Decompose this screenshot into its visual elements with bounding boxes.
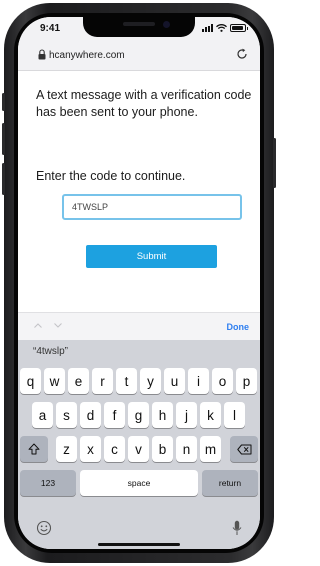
key-y[interactable]: y: [140, 368, 161, 394]
suggestion-item[interactable]: “4twslp”: [33, 346, 68, 357]
done-button[interactable]: Done: [227, 322, 250, 332]
shift-key[interactable]: [20, 436, 48, 462]
space-key[interactable]: space: [80, 470, 198, 496]
battery-icon: [230, 24, 248, 32]
key-i[interactable]: i: [188, 368, 209, 394]
power-button: [273, 138, 276, 188]
code-prompt: Enter the code to continue.: [36, 169, 186, 183]
key-w[interactable]: w: [44, 368, 65, 394]
key-k[interactable]: k: [200, 402, 221, 428]
volume-down-button: [2, 163, 5, 195]
key-b[interactable]: b: [152, 436, 173, 462]
key-l[interactable]: l: [224, 402, 245, 428]
keyboard-bottom-bar: [18, 518, 260, 549]
suggestion-bar: “4twslp”: [18, 340, 260, 364]
notch: [83, 17, 195, 37]
key-row-3: z x c v b n m: [18, 436, 260, 462]
wifi-icon: [216, 24, 227, 32]
key-v[interactable]: v: [128, 436, 149, 462]
key-h[interactable]: h: [152, 402, 173, 428]
phone-frame: 9:41 hcanywhere.com A text message with …: [2, 3, 276, 563]
page-content: A text message with a verification code …: [18, 72, 260, 312]
key-s[interactable]: s: [56, 402, 77, 428]
screen: 9:41 hcanywhere.com A text message with …: [18, 17, 260, 549]
key-e[interactable]: e: [68, 368, 89, 394]
key-a[interactable]: a: [32, 402, 53, 428]
chevron-up-icon[interactable]: [34, 323, 42, 328]
submit-button[interactable]: Submit: [86, 245, 217, 268]
key-j[interactable]: j: [176, 402, 197, 428]
backspace-icon: [236, 444, 251, 454]
reload-icon[interactable]: [236, 48, 248, 60]
key-row-1: q w e r t y u i o p: [18, 368, 260, 394]
chevron-down-icon[interactable]: [54, 323, 62, 328]
key-p[interactable]: p: [236, 368, 257, 394]
keyboard-toolbar: Done: [18, 312, 260, 340]
url-text[interactable]: hcanywhere.com: [49, 50, 125, 61]
key-q[interactable]: q: [20, 368, 41, 394]
key-c[interactable]: c: [104, 436, 125, 462]
key-n[interactable]: n: [176, 436, 197, 462]
key-m[interactable]: m: [200, 436, 221, 462]
key-u[interactable]: u: [164, 368, 185, 394]
address-bar[interactable]: hcanywhere.com: [18, 41, 260, 71]
shift-icon: [28, 443, 40, 455]
microphone-icon[interactable]: [232, 520, 242, 536]
status-time: 9:41: [40, 23, 61, 34]
front-camera: [163, 21, 170, 28]
status-icons: [202, 24, 248, 32]
volume-up-button: [2, 123, 5, 155]
verification-message: A text message with a verification code …: [36, 88, 252, 119]
lock-icon: [38, 49, 46, 60]
verification-code-input[interactable]: [62, 194, 242, 220]
delete-key[interactable]: [230, 436, 258, 462]
key-o[interactable]: o: [212, 368, 233, 394]
key-r[interactable]: r: [92, 368, 113, 394]
speaker: [123, 22, 155, 26]
silent-switch: [2, 93, 5, 111]
key-row-2: a s d f g h j k l: [18, 402, 260, 428]
key-z[interactable]: z: [56, 436, 77, 462]
key-t[interactable]: t: [116, 368, 137, 394]
key-x[interactable]: x: [80, 436, 101, 462]
numbers-key[interactable]: 123: [20, 470, 76, 496]
key-row-4: 123 space return: [18, 470, 260, 496]
key-d[interactable]: d: [80, 402, 101, 428]
key-f[interactable]: f: [104, 402, 125, 428]
emoji-icon[interactable]: [36, 520, 52, 536]
return-key[interactable]: return: [202, 470, 258, 496]
key-g[interactable]: g: [128, 402, 149, 428]
home-indicator: [98, 543, 180, 546]
keyboard: “4twslp” q w e r t y u i o p a s d f g h: [18, 340, 260, 549]
signal-icon: [202, 24, 213, 32]
